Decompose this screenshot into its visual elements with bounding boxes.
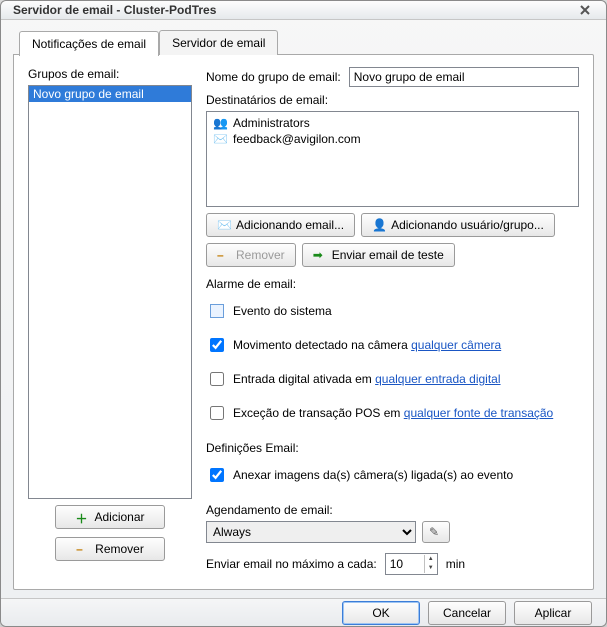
apply-button[interactable]: Aplicar (514, 601, 592, 625)
attach-checkbox[interactable] (210, 468, 224, 482)
mail-icon: ✉️ (213, 132, 227, 146)
group-item[interactable]: Novo grupo de email (29, 86, 191, 102)
system-event-row: Evento do sistema (206, 301, 579, 321)
group-name-label: Nome do grupo de email: (206, 70, 341, 84)
motion-checkbox[interactable] (210, 338, 224, 352)
dialog-window: Servidor de email - Cluster-PodTres Noti… (0, 0, 607, 627)
content-area: Notificações de email Servidor de email … (1, 20, 606, 598)
group-name-row: Nome do grupo de email: (206, 67, 579, 87)
remove-group-label: Remover (95, 542, 144, 556)
alarm-heading: Alarme de email: (206, 277, 579, 291)
throttle-input[interactable] (386, 554, 424, 574)
user-plus-icon: 👤 (372, 218, 386, 232)
attach-row: Anexar imagens da(s) câmera(s) ligada(s)… (206, 465, 579, 485)
recipients-listbox[interactable]: 👥 Administrators ✉️ feedback@avigilon.co… (206, 111, 579, 207)
users-icon: 👥 (213, 116, 227, 130)
motion-label: Movimento detectado na câmera qualquer c… (233, 338, 501, 352)
throttle-row: Enviar email no máximo a cada: ▲ ▼ min (206, 553, 579, 575)
add-email-label: Adicionando email... (236, 218, 344, 232)
spinner-up-icon[interactable]: ▲ (425, 555, 437, 564)
spinner-down-icon[interactable]: ▼ (425, 564, 437, 573)
left-column: Grupos de email: Novo grupo de email ＋ A… (28, 67, 192, 575)
send-test-label: Enviar email de teste (332, 248, 444, 262)
add-group-label: Adicionar (94, 510, 144, 524)
add-user-group-button[interactable]: 👤 Adicionando usuário/grupo... (361, 213, 555, 237)
system-event-checkbox[interactable] (210, 304, 224, 318)
groups-label: Grupos de email: (28, 67, 192, 81)
tab-row: Notificações de email Servidor de email (19, 30, 594, 55)
add-group-button[interactable]: ＋ Adicionar (55, 505, 165, 529)
recipient-item[interactable]: ✉️ feedback@avigilon.com (213, 132, 572, 146)
pos-checkbox[interactable] (210, 406, 224, 420)
attach-label: Anexar imagens da(s) câmera(s) ligada(s)… (233, 468, 513, 482)
groups-listbox[interactable]: Novo grupo de email (28, 85, 192, 499)
dialog-footer: OK Cancelar Aplicar (1, 598, 606, 626)
digital-prefix: Entrada digital ativada em (233, 372, 375, 386)
motion-link[interactable]: qualquer câmera (411, 338, 501, 352)
system-event-label: Evento do sistema (233, 304, 332, 318)
tab-panel-notifications: Grupos de email: Novo grupo de email ＋ A… (13, 54, 594, 590)
schedule-heading: Agendamento de email: (206, 503, 579, 517)
schedule-select[interactable]: Always (206, 521, 416, 543)
remove-recipient-label: Remover (236, 248, 285, 262)
add-email-button[interactable]: ✉️ Adicionando email... (206, 213, 355, 237)
motion-row: Movimento detectado na câmera qualquer c… (206, 335, 579, 355)
pos-row: Exceção de transação POS em qualquer fon… (206, 403, 579, 423)
recipients-label: Destinatários de email: (206, 93, 579, 107)
right-column: Nome do grupo de email: Destinatários de… (206, 67, 579, 575)
pencil-icon: ✎ (429, 525, 443, 539)
spinner-arrows: ▲ ▼ (424, 555, 437, 573)
pos-link[interactable]: qualquer fonte de transação (404, 406, 553, 420)
plus-icon: ＋ (75, 510, 89, 524)
throttle-label: Enviar email no máximo a cada: (206, 557, 377, 571)
close-button[interactable] (572, 1, 598, 19)
motion-prefix: Movimento detectado na câmera (233, 338, 411, 352)
group-name-input[interactable] (349, 67, 579, 87)
remove-recipient-button[interactable]: – Remover (206, 243, 296, 267)
defs-heading: Definições Email: (206, 441, 579, 455)
minus-icon: – (217, 248, 231, 262)
remove-group-button[interactable]: – Remover (55, 537, 165, 561)
tab-server[interactable]: Servidor de email (159, 30, 278, 55)
tab-notifications[interactable]: Notificações de email (19, 31, 159, 56)
cancel-button[interactable]: Cancelar (428, 601, 506, 625)
titlebar: Servidor de email - Cluster-PodTres (1, 1, 606, 20)
minus-icon: – (76, 542, 90, 556)
window-title: Servidor de email - Cluster-PodTres (13, 3, 572, 17)
schedule-row: Always ✎ (206, 521, 579, 543)
recipient-text: Administrators (233, 116, 310, 130)
send-test-email-button[interactable]: ➡ Enviar email de teste (302, 243, 455, 267)
digital-label: Entrada digital ativada em qualquer entr… (233, 372, 501, 386)
add-user-label: Adicionando usuário/grupo... (391, 218, 544, 232)
pos-label: Exceção de transação POS em qualquer fon… (233, 406, 553, 420)
recipient-text: feedback@avigilon.com (233, 132, 361, 146)
digital-row: Entrada digital ativada em qualquer entr… (206, 369, 579, 389)
throttle-spinner[interactable]: ▲ ▼ (385, 553, 438, 575)
send-icon: ➡ (313, 248, 327, 262)
pos-prefix: Exceção de transação POS em (233, 406, 404, 420)
throttle-unit: min (446, 557, 465, 571)
digital-checkbox[interactable] (210, 372, 224, 386)
ok-button[interactable]: OK (342, 601, 420, 625)
recipient-item[interactable]: 👥 Administrators (213, 116, 572, 130)
digital-link[interactable]: qualquer entrada digital (375, 372, 500, 386)
mail-icon: ✉️ (217, 218, 231, 232)
edit-schedule-button[interactable]: ✎ (422, 521, 450, 543)
